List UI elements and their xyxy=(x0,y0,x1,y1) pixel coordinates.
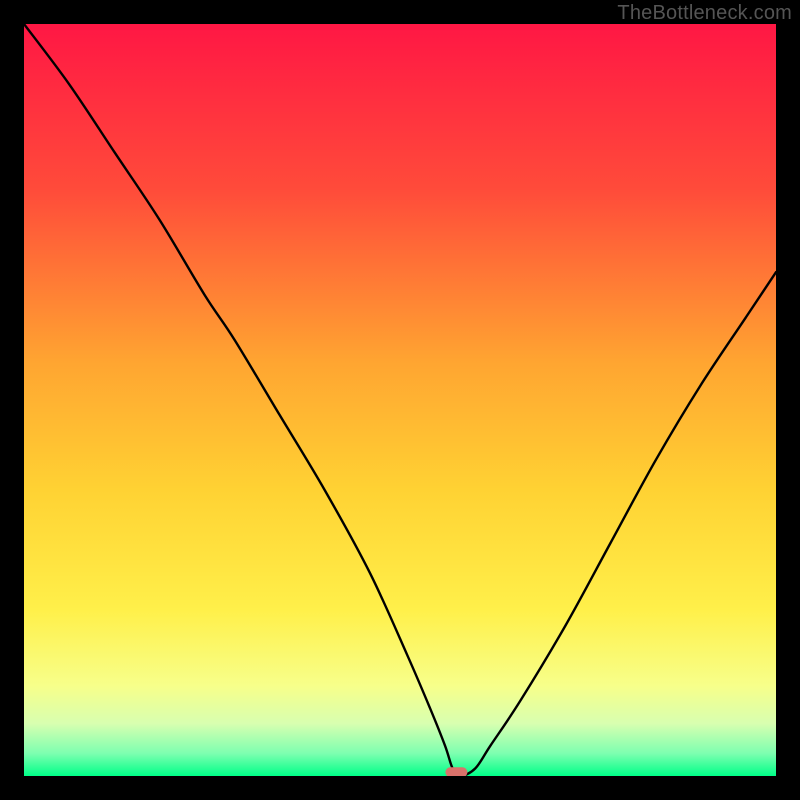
gradient-background xyxy=(24,24,776,776)
plot-area xyxy=(24,24,776,776)
chart-stage: TheBottleneck.com xyxy=(0,0,800,800)
chart-svg xyxy=(24,24,776,776)
minimum-marker xyxy=(445,767,467,776)
watermark-text: TheBottleneck.com xyxy=(617,2,792,25)
